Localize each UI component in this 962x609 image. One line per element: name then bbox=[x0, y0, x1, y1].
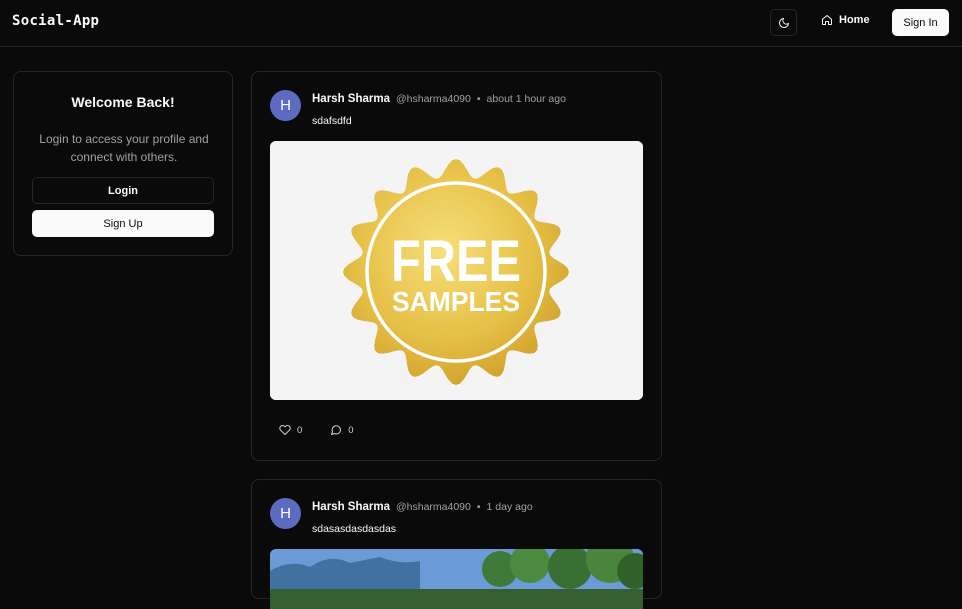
avatar[interactable]: H bbox=[270, 498, 301, 529]
author-name[interactable]: Harsh Sharma bbox=[312, 93, 390, 105]
comment-button[interactable]: 0 bbox=[330, 424, 354, 436]
separator-dot: • bbox=[476, 93, 481, 105]
home-link-label: Home bbox=[839, 14, 870, 26]
author-handle: @hsharma4090 bbox=[395, 501, 471, 513]
post-card: H Harsh Sharma @hsharma4090 • 1 day ago … bbox=[251, 479, 662, 609]
home-link[interactable]: Home bbox=[821, 14, 870, 26]
comment-icon bbox=[331, 425, 342, 435]
post-timestamp: about 1 hour ago bbox=[486, 93, 566, 105]
heart-icon bbox=[279, 424, 291, 435]
post-header: Harsh Sharma @hsharma4090 • about 1 hour… bbox=[312, 93, 566, 105]
author-name[interactable]: Harsh Sharma bbox=[312, 501, 390, 513]
avatar[interactable]: H bbox=[270, 90, 301, 121]
sign-in-button[interactable]: Sign In bbox=[892, 9, 949, 36]
home-icon bbox=[822, 15, 832, 25]
post-text: sdafsdfd bbox=[312, 115, 352, 127]
welcome-card: Welcome Back! Login to access your profi… bbox=[13, 71, 233, 256]
comment-count: 0 bbox=[348, 424, 354, 436]
separator-dot: • bbox=[476, 501, 481, 513]
app-brand[interactable]: Social-App bbox=[12, 13, 99, 29]
like-button[interactable]: 0 bbox=[279, 424, 302, 436]
landscape-photo bbox=[270, 549, 643, 609]
theme-toggle-button[interactable] bbox=[770, 9, 797, 36]
top-navbar: Social-App Home Sign In bbox=[0, 0, 962, 47]
free-samples-badge-image: FREE SAMPLES bbox=[270, 141, 643, 400]
post-image[interactable] bbox=[270, 549, 643, 609]
login-button[interactable]: Login bbox=[32, 177, 214, 204]
post-timestamp: 1 day ago bbox=[486, 501, 533, 513]
moon-icon bbox=[778, 17, 789, 28]
post-image[interactable]: FREE SAMPLES bbox=[270, 141, 643, 400]
badge-text-samples: SAMPLES bbox=[392, 286, 520, 317]
sign-up-button[interactable]: Sign Up bbox=[32, 210, 214, 237]
author-handle: @hsharma4090 bbox=[395, 93, 471, 105]
badge-text-free: FREE bbox=[391, 229, 521, 294]
post-card: H Harsh Sharma @hsharma4090 • about 1 ho… bbox=[251, 71, 662, 461]
post-text: sdasasdasdasdas bbox=[312, 523, 397, 535]
welcome-subtitle: Login to access your profile and connect… bbox=[39, 132, 209, 164]
welcome-title: Welcome Back! bbox=[71, 94, 175, 110]
post-actions: 0 0 bbox=[279, 424, 354, 436]
post-header: Harsh Sharma @hsharma4090 • 1 day ago bbox=[312, 501, 533, 513]
like-count: 0 bbox=[297, 424, 303, 436]
